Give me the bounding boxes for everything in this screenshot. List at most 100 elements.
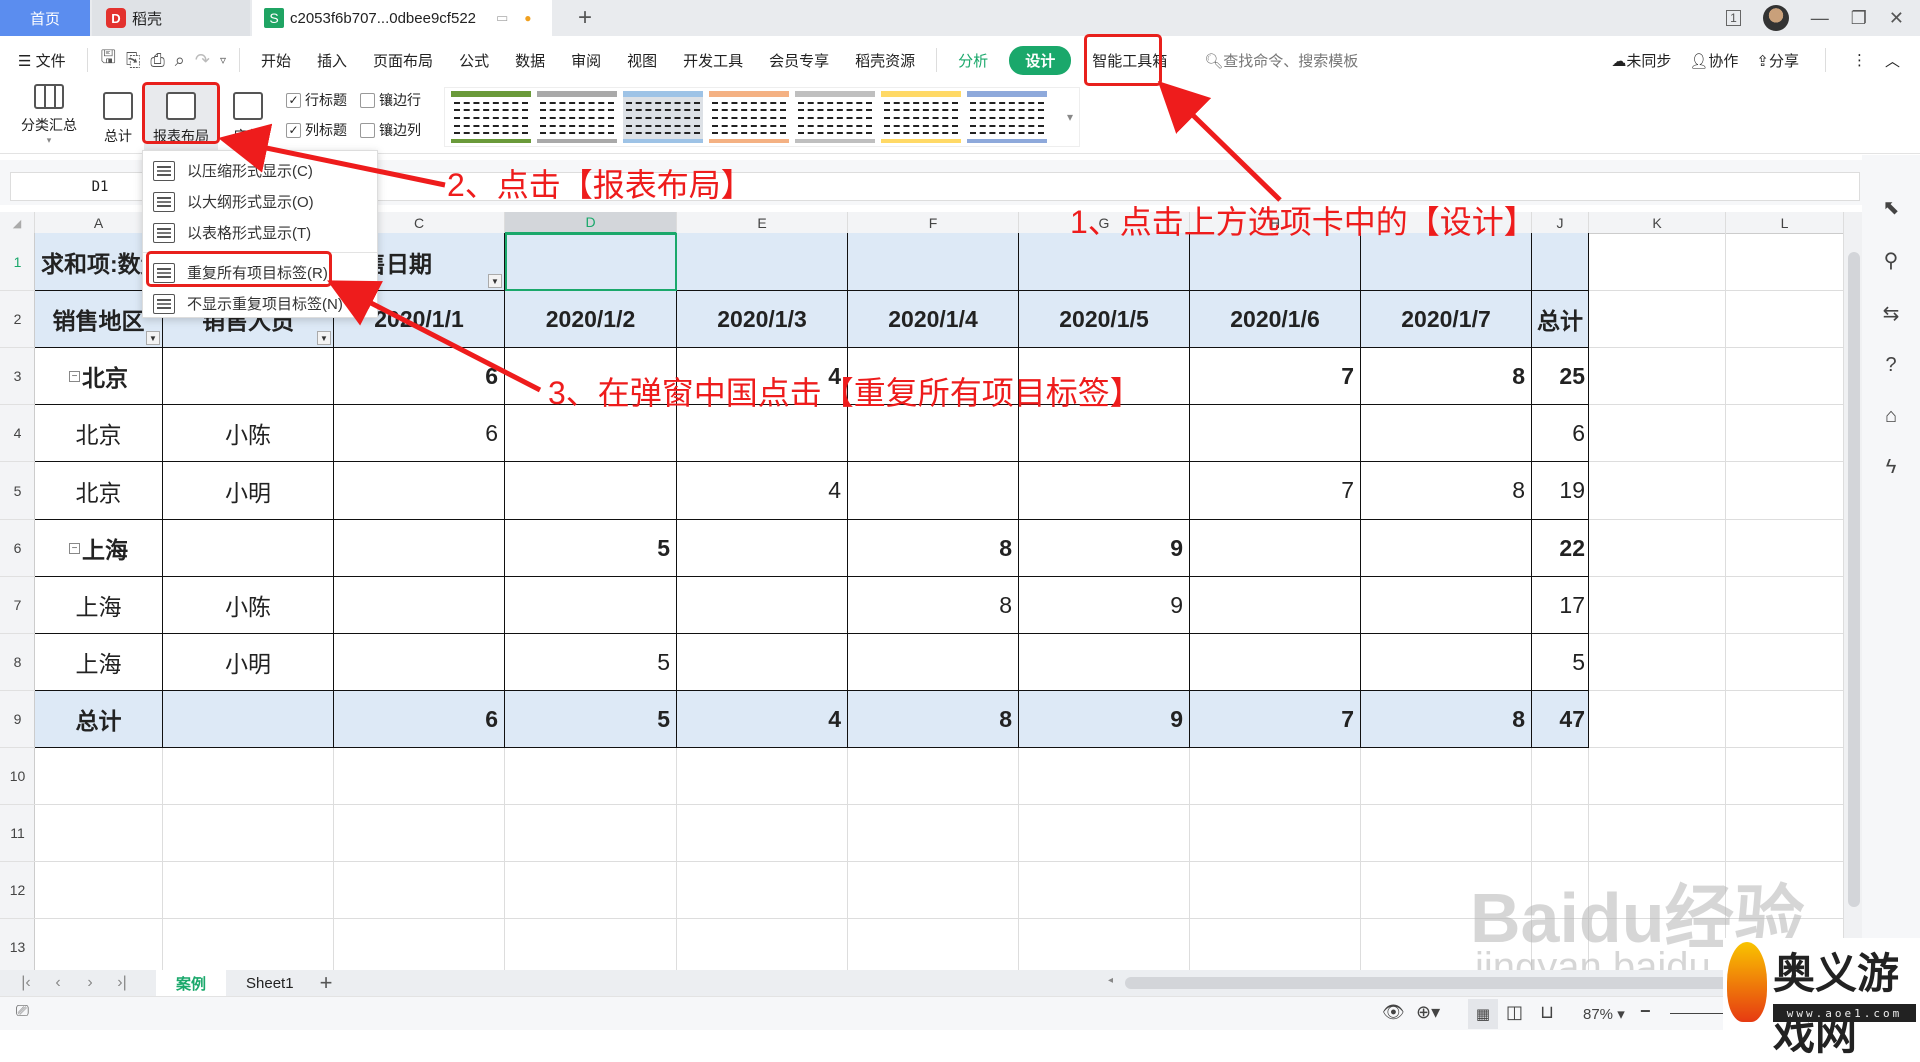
value-cell[interactable]: 8 [1361, 348, 1532, 405]
column-header-f[interactable]: F [848, 212, 1019, 234]
value-cell[interactable] [505, 348, 677, 405]
empty-cell[interactable] [35, 748, 163, 805]
empty-cell[interactable] [677, 748, 848, 805]
value-cell[interactable] [1019, 405, 1190, 462]
value-cell[interactable] [1361, 520, 1532, 577]
collapse-icon[interactable]: − [69, 542, 80, 554]
empty-cell[interactable] [505, 919, 677, 970]
next-sheet-icon[interactable]: › [74, 974, 106, 992]
grand-total-value[interactable]: 8 [848, 691, 1019, 748]
collab-button[interactable]: 👤︎协作 [1689, 50, 1738, 71]
tab-document[interactable]: S c2053f6b707...0dbee9cf522 ▭ ● [252, 0, 552, 36]
zoom-slider[interactable] [1670, 1013, 1730, 1014]
value-cell[interactable]: 9 [1019, 520, 1190, 577]
row-header-8[interactable]: 8 [0, 634, 35, 691]
empty-cell[interactable] [334, 805, 505, 862]
empty-cell[interactable] [1589, 634, 1726, 691]
filter-dropdown-icon[interactable]: ▼ [317, 331, 331, 345]
empty-cell[interactable] [1589, 691, 1726, 748]
collapse-ribbon-icon[interactable]: ︿ [1885, 50, 1900, 71]
pivot-style-6[interactable] [881, 91, 961, 143]
empty-cell[interactable] [1726, 691, 1844, 748]
transform-icon[interactable]: ⇆ [1883, 301, 1900, 326]
cell[interactable] [1532, 233, 1589, 291]
cell[interactable] [505, 233, 677, 291]
row-header-9[interactable]: 9 [0, 691, 35, 748]
column-header-j[interactable]: J [1532, 212, 1589, 234]
cell[interactable] [1019, 233, 1190, 291]
empty-cell[interactable] [1361, 805, 1532, 862]
normal-view-icon[interactable]: ▦ [1468, 999, 1498, 1029]
cell[interactable] [677, 233, 848, 291]
person-label[interactable] [163, 348, 334, 405]
value-cell[interactable]: 6 [334, 405, 505, 462]
region-label[interactable]: 上海 [35, 634, 163, 691]
value-cell[interactable]: 5 [505, 520, 677, 577]
new-tab-button[interactable]: + [570, 0, 600, 36]
gallery-more-icon[interactable]: ▾ [1067, 110, 1073, 124]
col-headers-checkbox[interactable]: ✓ 列标题 [286, 120, 347, 140]
row-total-cell[interactable]: 25 [1532, 348, 1589, 405]
value-cell[interactable]: 6 [334, 348, 505, 405]
empty-cell[interactable] [505, 748, 677, 805]
pivot-style-7[interactable] [967, 91, 1047, 143]
cell[interactable] [848, 233, 1019, 291]
value-cell[interactable] [848, 405, 1019, 462]
file-menu[interactable]: ☰ 文件 [18, 50, 66, 71]
empty-cell[interactable] [334, 919, 505, 970]
sheet-tab-case[interactable]: 案例 [156, 970, 227, 996]
cursor-select-icon[interactable]: ⬉ [1883, 195, 1900, 220]
total-header[interactable]: 总计 [1532, 291, 1589, 348]
value-cell[interactable] [505, 462, 677, 520]
row-headers-checkbox[interactable]: ✓ 行标题 [286, 90, 347, 110]
row-total-cell[interactable]: 19 [1532, 462, 1589, 520]
empty-cell[interactable] [1361, 748, 1532, 805]
empty-cell[interactable] [848, 862, 1019, 919]
value-cell[interactable] [1190, 520, 1361, 577]
preview-icon[interactable]: ⌕ [175, 50, 185, 71]
grand-total-value[interactable]: 9 [1019, 691, 1190, 748]
value-cell[interactable]: 8 [848, 577, 1019, 634]
sync-button[interactable]: ☁未同步 [1611, 50, 1671, 71]
column-header-k[interactable]: K [1589, 212, 1726, 234]
column-header-i[interactable]: I [1361, 212, 1532, 234]
value-cell[interactable]: 4 [677, 348, 848, 405]
empty-cell[interactable] [1589, 462, 1726, 520]
menu-item-no-repeat-labels[interactable]: 不显示重复项目标签(N) [143, 288, 377, 319]
person-label[interactable]: 小陈 [163, 405, 334, 462]
value-cell[interactable] [334, 520, 505, 577]
last-sheet-icon[interactable]: ›| [106, 974, 138, 992]
value-cell[interactable]: 7 [1190, 462, 1361, 520]
empty-cell[interactable] [163, 862, 334, 919]
grand-total-overall[interactable]: 47 [1532, 691, 1589, 748]
row-header-3[interactable]: 3 [0, 348, 35, 405]
row-total-cell[interactable]: 6 [1532, 405, 1589, 462]
page-layout-view-icon[interactable]: ◫ [1506, 1002, 1523, 1023]
date-header[interactable]: 2020/1/6 [1190, 291, 1361, 348]
tab-smart-toolbox[interactable]: 智能工具箱 [1092, 50, 1167, 71]
tab-developer[interactable]: 开发工具 [683, 50, 743, 71]
center-icon[interactable]: ⊕▾ [1416, 1002, 1440, 1023]
date-header[interactable]: 2020/1/3 [677, 291, 848, 348]
tab-start[interactable]: 开始 [261, 50, 291, 71]
share-button[interactable]: ⇪分享 [1756, 50, 1799, 71]
empty-cell[interactable] [1532, 919, 1589, 970]
value-cell[interactable] [505, 577, 677, 634]
empty-cell[interactable] [1726, 462, 1844, 520]
empty-cell[interactable] [1019, 748, 1190, 805]
empty-cell[interactable] [334, 748, 505, 805]
empty-cell[interactable] [848, 919, 1019, 970]
grand-total-value[interactable]: 6 [334, 691, 505, 748]
column-header-e[interactable]: E [677, 212, 848, 234]
empty-cell[interactable] [1726, 862, 1844, 919]
value-cell[interactable] [334, 462, 505, 520]
filter-dropdown-icon[interactable]: ▼ [146, 331, 160, 345]
zoom-out-button[interactable]: − [1640, 1001, 1651, 1022]
row-total-cell[interactable]: 5 [1532, 634, 1589, 691]
empty-cell[interactable] [1589, 862, 1726, 919]
tab-design[interactable]: 设计 [1009, 45, 1072, 75]
row-header-5[interactable]: 5 [0, 462, 35, 520]
empty-cell[interactable] [1726, 634, 1844, 691]
empty-cell[interactable] [1589, 405, 1726, 462]
grand-total-value[interactable]: 7 [1190, 691, 1361, 748]
